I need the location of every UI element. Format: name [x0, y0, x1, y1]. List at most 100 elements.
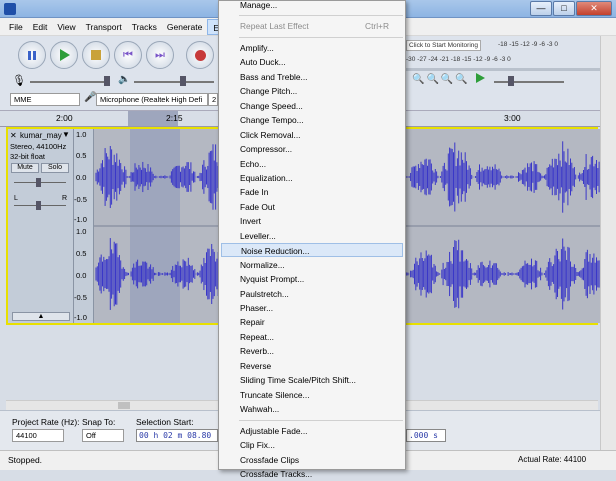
- effect-menu-item[interactable]: Repair: [221, 315, 403, 329]
- pause-button[interactable]: [18, 41, 46, 69]
- menu-tracks[interactable]: Tracks: [127, 19, 162, 35]
- menu-file[interactable]: File: [4, 19, 28, 35]
- mute-button[interactable]: Mute: [11, 163, 39, 173]
- track-name-menu[interactable]: kumar_may: [20, 131, 62, 140]
- effect-menu-item-label: Compressor...: [240, 144, 293, 155]
- snap-to-select[interactable]: Off: [82, 429, 124, 442]
- mic-volume-slider[interactable]: [30, 81, 110, 83]
- menu-separator: [239, 15, 403, 17]
- skip-start-icon: ⏮: [123, 48, 133, 61]
- zoom-in-icon[interactable]: 🔍: [412, 74, 424, 85]
- effect-menu-item[interactable]: Change Speed...: [221, 99, 403, 113]
- effect-menu-item[interactable]: Compressor...: [221, 142, 403, 156]
- minimize-button[interactable]: —: [530, 1, 552, 16]
- menu-shortcut: Ctrl+R: [365, 21, 389, 32]
- effect-menu-item[interactable]: Wahwah...: [221, 402, 403, 416]
- effect-menu-item-label: Normalize...: [240, 259, 285, 270]
- effect-menu-item[interactable]: Amplify...: [221, 41, 403, 55]
- skip-end-button[interactable]: ⏭: [146, 41, 174, 69]
- menu-generate[interactable]: Generate: [162, 19, 207, 35]
- play-speed-thumb[interactable]: [508, 76, 514, 86]
- zoom-out-icon[interactable]: 🔍: [426, 74, 438, 85]
- effect-menu-item[interactable]: Crossfade Clips: [221, 453, 403, 467]
- effect-menu-item[interactable]: Noise Reduction...: [221, 243, 403, 258]
- vertical-scrollbar[interactable]: [600, 36, 616, 450]
- project-rate-label: Project Rate (Hz):: [12, 417, 80, 427]
- effect-dropdown-menu: Manage... Repeat Last Effect Ctrl+R Amplify…: [218, 0, 406, 479]
- effect-menu-item[interactable]: Truncate Silence...: [221, 388, 403, 402]
- effect-menu-item[interactable]: Auto Duck...: [221, 55, 403, 69]
- effect-menu-item[interactable]: Fade Out: [221, 200, 403, 214]
- amplitude-scale: 1.0 0.5 0.0 -0.5 -1.0 1.0 0.5 0.0 -0.5 -…: [74, 129, 94, 323]
- playback-meter-scale: -30 -27 -24 -21 -18 -15 -12 -9 -6 -3 0: [406, 56, 511, 63]
- effect-menu-item-label: Amplify...: [240, 42, 274, 53]
- effect-menu-item[interactable]: Equalization...: [221, 171, 403, 185]
- effect-menu-item[interactable]: Change Pitch...: [221, 84, 403, 98]
- speaker-slider-thumb[interactable]: [180, 76, 186, 86]
- close-button[interactable]: ✕: [576, 1, 612, 16]
- speaker-volume-slider[interactable]: [134, 81, 214, 83]
- effect-menu-item-label: Change Speed...: [240, 100, 303, 111]
- effect-menu-item-label: Leveller...: [240, 230, 276, 241]
- stop-button[interactable]: [82, 41, 110, 69]
- effect-menu-item-label: Wahwah...: [240, 404, 280, 415]
- menu-view[interactable]: View: [52, 19, 80, 35]
- effect-menu-item[interactable]: Paulstretch...: [221, 287, 403, 301]
- effect-menu-item-label: Reverse: [240, 360, 272, 371]
- effect-menu-item-label: Sliding Time Scale/Pitch Shift...: [240, 375, 356, 386]
- snap-to-label: Snap To:: [82, 417, 116, 427]
- record-button[interactable]: [186, 41, 214, 69]
- effect-menu-item[interactable]: Reverse: [221, 359, 403, 373]
- play-button[interactable]: [50, 41, 78, 69]
- pan-slider-thumb[interactable]: [36, 201, 41, 210]
- gain-slider-thumb[interactable]: [36, 178, 41, 187]
- selection-start-field[interactable]: 00 h 02 m 08.80: [136, 429, 218, 442]
- selection-end-field[interactable]: .000 s: [406, 429, 446, 442]
- effect-menu-item[interactable]: Crossfade Tracks...: [221, 467, 403, 481]
- effect-menu-item[interactable]: Nyquist Prompt...: [221, 272, 403, 286]
- collapse-track-button[interactable]: ▲: [12, 312, 70, 321]
- track-format-info: Stereo, 44100Hz: [10, 142, 67, 151]
- effect-menu-item[interactable]: Clip Fix...: [221, 438, 403, 452]
- project-rate-select[interactable]: 44100: [12, 429, 64, 442]
- skip-start-button[interactable]: ⏮: [114, 41, 142, 69]
- scale-label: 0.0: [76, 173, 87, 182]
- scrollbar-thumb[interactable]: [118, 402, 130, 409]
- input-device-select[interactable]: Microphone (Realtek High Defi: [96, 93, 208, 106]
- effect-menu-item-label: Change Pitch...: [240, 86, 298, 97]
- effect-menu-item[interactable]: Repeat...: [221, 330, 403, 344]
- effect-menu-item[interactable]: Click Removal...: [221, 128, 403, 142]
- effect-menu-item[interactable]: Fade In: [221, 185, 403, 199]
- maximize-button[interactable]: □: [553, 1, 575, 16]
- effect-menu-item[interactable]: Sliding Time Scale/Pitch Shift...: [221, 373, 403, 387]
- fit-selection-icon[interactable]: 🔍: [441, 74, 453, 85]
- host-select[interactable]: MME: [10, 93, 80, 106]
- track-menu-arrow-icon[interactable]: ▼: [62, 130, 70, 139]
- skip-end-icon: ⏭: [155, 48, 165, 61]
- monitor-button[interactable]: Click to Start Monitoring: [406, 40, 481, 51]
- effect-menu-item-label: Adjustable Fade...: [240, 425, 308, 436]
- channels-select[interactable]: 2: [208, 93, 218, 106]
- track-close-icon[interactable]: ✕: [10, 131, 17, 140]
- effect-menu-item[interactable]: Phaser...: [221, 301, 403, 315]
- effect-menu-item[interactable]: Bass and Treble...: [221, 70, 403, 84]
- actual-rate: Actual Rate: 44100: [518, 455, 587, 464]
- effect-menu-item: Repeat Last Effect Ctrl+R: [221, 19, 403, 33]
- effect-menu-item[interactable]: Adjustable Fade...: [221, 424, 403, 438]
- effect-menu-item[interactable]: Change Tempo...: [221, 113, 403, 127]
- effect-menu-item[interactable]: Leveller...: [221, 229, 403, 243]
- effect-menu-item[interactable]: Reverb...: [221, 344, 403, 358]
- menu-transport[interactable]: Transport: [81, 19, 127, 35]
- effect-menu-item[interactable]: Echo...: [221, 157, 403, 171]
- menu-edit[interactable]: Edit: [28, 19, 53, 35]
- effect-menu-item[interactable]: Invert: [221, 214, 403, 228]
- mic-slider-thumb[interactable]: [104, 76, 110, 86]
- effect-menu-item[interactable]: Manage...: [221, 0, 403, 12]
- effect-menu-item[interactable]: Normalize...: [221, 258, 403, 272]
- play-at-speed-icon[interactable]: [476, 73, 485, 83]
- effect-menu-item-label: Clip Fix...: [240, 440, 275, 451]
- play-speed-slider[interactable]: [494, 81, 564, 83]
- effect-menu-item-label: Click Removal...: [240, 129, 301, 140]
- solo-button[interactable]: Solo: [41, 163, 69, 173]
- fit-project-icon[interactable]: 🔍: [455, 74, 467, 85]
